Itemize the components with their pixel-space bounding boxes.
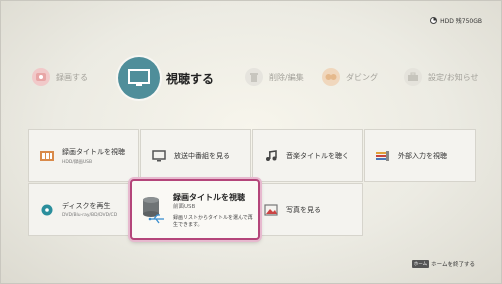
- tile-play-disc-label: ディスクを再生: [62, 202, 111, 210]
- tile-music[interactable]: 音楽タイトルを聴く: [252, 129, 363, 182]
- usb-drive-icon: [142, 194, 166, 226]
- tile-live-broadcast[interactable]: 放送中番組を見る: [140, 129, 251, 182]
- menu-watch-label: 視聴する: [166, 71, 215, 86]
- trash-icon: [245, 68, 263, 86]
- record-icon: [32, 68, 50, 86]
- exit-home-hint-text: ホームを終了する: [431, 262, 475, 268]
- menu-settings-label: 設定/お知らせ: [428, 72, 479, 82]
- menu-delete-edit-label: 削除/編集: [269, 72, 304, 82]
- exit-home-hint: ホーム ホームを終了する: [411, 260, 475, 268]
- menu-dubbing[interactable]: ダビング: [322, 68, 378, 86]
- tv-icon: [151, 149, 167, 162]
- tile-external-input-label: 外部入力を視聴: [398, 151, 447, 160]
- film-icon: [39, 150, 55, 162]
- home-key-badge: ホーム: [411, 260, 430, 268]
- disc-icon: [39, 204, 55, 216]
- music-note-icon: [263, 149, 279, 162]
- hdd-capacity-icon: [430, 17, 438, 24]
- selected-tile-sub: 前面USB: [173, 204, 196, 210]
- tile-recorded-titles-label: 録画タイトルを視聴: [62, 147, 125, 156]
- hdd-status-label: HDD 残750GB: [440, 18, 482, 25]
- tile-recorded-titles-front-usb[interactable]: 録画タイトルを視聴 前面USB 録画リストからタイトルを選んで再生できます。: [130, 179, 260, 240]
- hdd-status: HDD 残750GB: [430, 16, 482, 25]
- tile-play-disc-sub: DVD/Blu-ray/BD/DVD/CD: [62, 213, 118, 218]
- tv-icon: [118, 57, 160, 99]
- menu-settings[interactable]: 設定/お知らせ: [404, 68, 479, 86]
- menu-dubbing-label: ダビング: [346, 72, 378, 82]
- dubbing-icon: [322, 68, 340, 86]
- tile-live-broadcast-label: 放送中番組を見る: [174, 151, 230, 160]
- menu-record[interactable]: 録画する: [32, 68, 88, 86]
- selected-tile-description: 録画リストからタイトルを選んで再生できます。: [173, 215, 253, 228]
- tile-music-label: 音楽タイトルを聴く: [286, 151, 349, 160]
- tile-recorded-titles[interactable]: 録画タイトルを視聴 HDD/録画USB: [28, 129, 139, 182]
- tile-external-input[interactable]: 外部入力を視聴: [364, 129, 476, 182]
- tile-photos-label: 写真を見る: [286, 205, 321, 214]
- menu-watch[interactable]: 視聴する: [118, 57, 214, 99]
- cable-icon: [375, 150, 391, 162]
- tile-recorded-titles-sub: HDD/録画USB: [62, 159, 93, 165]
- menu-record-label: 録画する: [56, 72, 88, 82]
- photo-icon: [263, 203, 279, 216]
- menu-delete-edit[interactable]: 削除/編集: [245, 68, 304, 86]
- toolbox-icon: [404, 68, 422, 86]
- tile-play-disc[interactable]: ディスクを再生 DVD/Blu-ray/BD/DVD/CD: [28, 183, 139, 236]
- tile-photos[interactable]: 写真を見る: [252, 183, 363, 236]
